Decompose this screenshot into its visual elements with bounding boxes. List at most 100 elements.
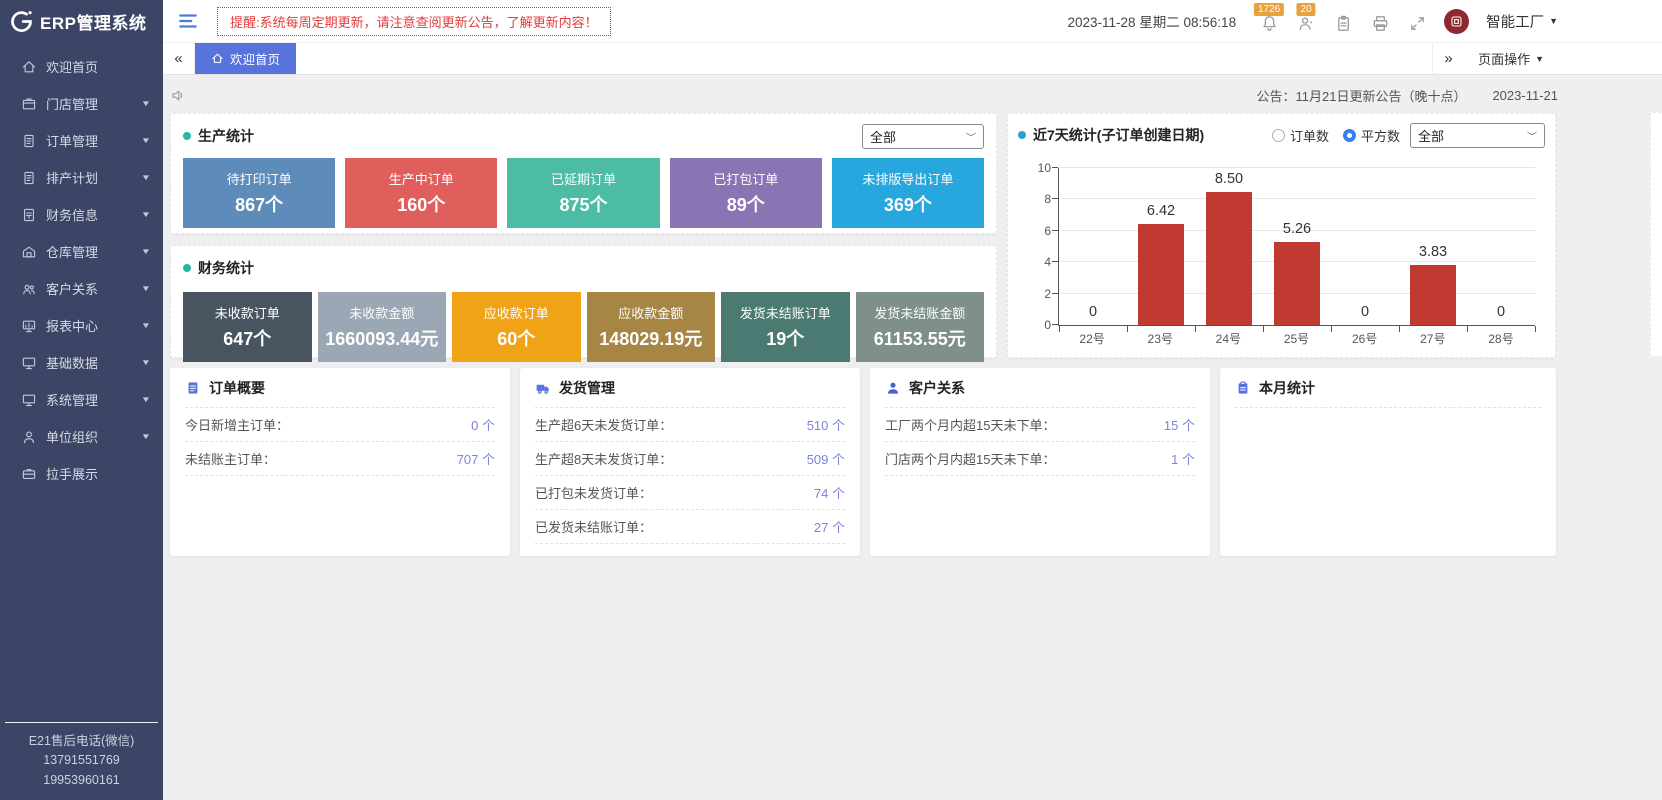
info-row-label: 已打包未发货订单： (535, 483, 652, 502)
sidebar-item-4[interactable]: 财务信息 ▼ (0, 196, 163, 233)
stat-card-value: 89个 (727, 191, 765, 217)
info-row-value[interactable]: 509 个 (807, 449, 845, 468)
bullet-dot-icon (1018, 131, 1026, 139)
info-row-value[interactable]: 15 个 (1164, 415, 1195, 434)
sidebar-item-label: 门店管理 (46, 94, 142, 113)
info-panel-header: 本月统计 (1235, 368, 1541, 408)
sidebar-item-9[interactable]: 系统管理 ▼ (0, 381, 163, 418)
fullscreen-icon[interactable] (1407, 3, 1427, 39)
system-notice: 提醒:系统每周定期更新，请注意查阅更新公告，了解更新内容！ (217, 7, 611, 36)
chart-bar[interactable] (1410, 265, 1456, 325)
tab-welcome-home[interactable]: 欢迎首页 (195, 43, 296, 74)
stat-card-label: 待打印订单 (227, 169, 292, 188)
company-menu[interactable]: 智能工厂 ▼ (1486, 11, 1558, 32)
chart-bar[interactable] (1138, 224, 1184, 325)
production-stat-card[interactable]: 未排版导出订单 369个 (832, 158, 984, 228)
info-row-value[interactable]: 1 个 (1171, 449, 1195, 468)
app-root: ERP管理系统 欢迎首页 门店管理 ▼ 订单管理 ▼ 排产计划 ▼ 财务信息 ▼… (0, 0, 1662, 800)
info-panel-2: 客户关系 工厂两个月内超15天未下单： 15 个 门店两个月内超15天未下单： … (870, 368, 1210, 556)
chart-slot: 6.42 (1127, 168, 1195, 325)
tabs-scroll-right-icon[interactable]: » (1432, 43, 1464, 74)
sidebar-item-1[interactable]: 门店管理 ▼ (0, 85, 163, 122)
stat-card-value: 875个 (559, 191, 607, 217)
sidebar-item-7[interactable]: 报表中心 ▼ (0, 307, 163, 344)
radio-label: 订单数 (1290, 126, 1329, 145)
production-stat-card[interactable]: 待打印订单 867个 (183, 158, 335, 228)
finance-stat-card[interactable]: 发货未结账金额 61153.55元 (856, 292, 985, 362)
info-row-label: 生产超8天未发货订单： (535, 449, 672, 468)
info-row-value[interactable]: 707 个 (457, 449, 495, 468)
avatar[interactable] (1444, 9, 1469, 34)
sidebar-item-0[interactable]: 欢迎首页 (0, 48, 163, 85)
stat-card-label: 未排版导出订单 (862, 169, 953, 188)
radio-平方数[interactable]: 平方数 (1343, 126, 1400, 145)
chart-bar[interactable] (1206, 192, 1252, 325)
finance-stat-card[interactable]: 未收款金额 1660093.44元 (318, 292, 447, 362)
finance-icon (21, 207, 37, 223)
sidebar-item-11[interactable]: 拉手展示 (0, 455, 163, 492)
chart-slot: 0 (1467, 168, 1535, 325)
notifications-bell-icon[interactable]: 1726 (1259, 3, 1279, 39)
sidebar-item-6[interactable]: 客户关系 ▼ (0, 270, 163, 307)
sidebar-item-3[interactable]: 排产计划 ▼ (0, 159, 163, 196)
sidebar: ERP管理系统 欢迎首页 门店管理 ▼ 订单管理 ▼ 排产计划 ▼ 财务信息 ▼… (0, 0, 163, 800)
weekly-chart-panel: 近7天统计(子订单创建日期) 订单数 平方数 全部 ﹀ 0246810 0 (1007, 113, 1556, 358)
clipboard-icon[interactable] (1333, 3, 1353, 39)
sidebar-item-label: 财务信息 (46, 205, 142, 224)
page-actions-menu[interactable]: 页面操作 ▼ (1464, 43, 1558, 74)
production-filter-select[interactable]: 全部 ﹀ (862, 124, 984, 149)
sidebar-item-5[interactable]: 仓库管理 ▼ (0, 233, 163, 270)
tabs-scroll-left-icon[interactable]: « (163, 43, 195, 74)
sidebar-item-label: 订单管理 (46, 131, 142, 150)
info-row-value[interactable]: 510 个 (807, 415, 845, 434)
chart-panel-title: 近7天统计(子订单创建日期) (1033, 125, 1204, 145)
stat-card-value: 19个 (766, 325, 804, 351)
sidebar-footer: E21售后电话(微信)1379155176919953960161 (0, 722, 163, 800)
stat-card-label: 未收款金额 (349, 303, 414, 322)
chart-y-tick (1052, 198, 1058, 199)
info-row-value[interactable]: 74 个 (814, 483, 845, 502)
finance-panel-title: 财务统计 (198, 258, 254, 278)
chart-y-tick (1052, 293, 1058, 294)
info-row-value[interactable]: 0 个 (471, 415, 495, 434)
chart-bar-value: 8.50 (1215, 171, 1243, 187)
chart-bar-value: 0 (1497, 304, 1505, 320)
sidebar-footer-line: 13791551769 (0, 751, 163, 770)
production-stat-card[interactable]: 生产中订单 160个 (345, 158, 497, 228)
finance-stat-card[interactable]: 应收款订单 60个 (452, 292, 581, 362)
chevron-down-icon: ﹀ (1527, 129, 1537, 141)
home-icon (21, 59, 37, 75)
radio-订单数[interactable]: 订单数 (1272, 126, 1329, 145)
info-row-value[interactable]: 27 个 (814, 517, 845, 536)
finance-stat-card[interactable]: 未收款订单 647个 (183, 292, 312, 362)
finance-cards: 未收款订单 647个 未收款金额 1660093.44元 应收款订单 60个 应… (183, 292, 984, 362)
chart-filter-select[interactable]: 全部 ﹀ (1410, 123, 1545, 148)
stat-card-label: 应收款订单 (484, 303, 549, 322)
chart-y-tick-label: 8 (1044, 192, 1051, 206)
chart-x-label: 25号 (1262, 330, 1330, 347)
chart-bars: 0 6.42 8.50 5.26 0 3 (1059, 168, 1535, 325)
production-stat-card[interactable]: 已延期订单 875个 (507, 158, 659, 228)
top-grid: 生产统计 全部 ﹀ 待打印订单 867个 生产中订单 160个 已延期订单 87… (170, 113, 1558, 358)
finance-stat-card[interactable]: 应收款金额 148029.19元 (587, 292, 716, 362)
info-row: 生产超8天未发货订单： 509 个 (535, 442, 845, 476)
chevron-down-icon: ▼ (141, 99, 151, 108)
stat-card-label: 发货未结账订单 (740, 303, 831, 322)
sidebar-item-10[interactable]: 单位组织 ▼ (0, 418, 163, 455)
stat-card-value: 647个 (223, 325, 271, 351)
chart-slot: 0 (1331, 168, 1399, 325)
chart-slot: 3.83 (1399, 168, 1467, 325)
printer-icon[interactable] (1370, 3, 1390, 39)
chart-bar[interactable] (1274, 242, 1320, 325)
collapse-menu-icon[interactable] (177, 10, 199, 32)
speaker-icon[interactable] (170, 87, 187, 104)
user-messages-icon[interactable]: 20 (1296, 3, 1316, 39)
sidebar-item-8[interactable]: 基础数据 ▼ (0, 344, 163, 381)
announcement-text[interactable]: 公告：11月21日更新公告（晚十点） (1256, 86, 1466, 105)
production-stat-card[interactable]: 已打包订单 89个 (670, 158, 822, 228)
info-row-label: 生产超6天未发货订单： (535, 415, 672, 434)
sidebar-item-2[interactable]: 订单管理 ▼ (0, 122, 163, 159)
monitor-icon (21, 355, 37, 371)
chart-radio-group: 订单数 平方数 (1272, 126, 1400, 145)
finance-stat-card[interactable]: 发货未结账订单 19个 (721, 292, 850, 362)
